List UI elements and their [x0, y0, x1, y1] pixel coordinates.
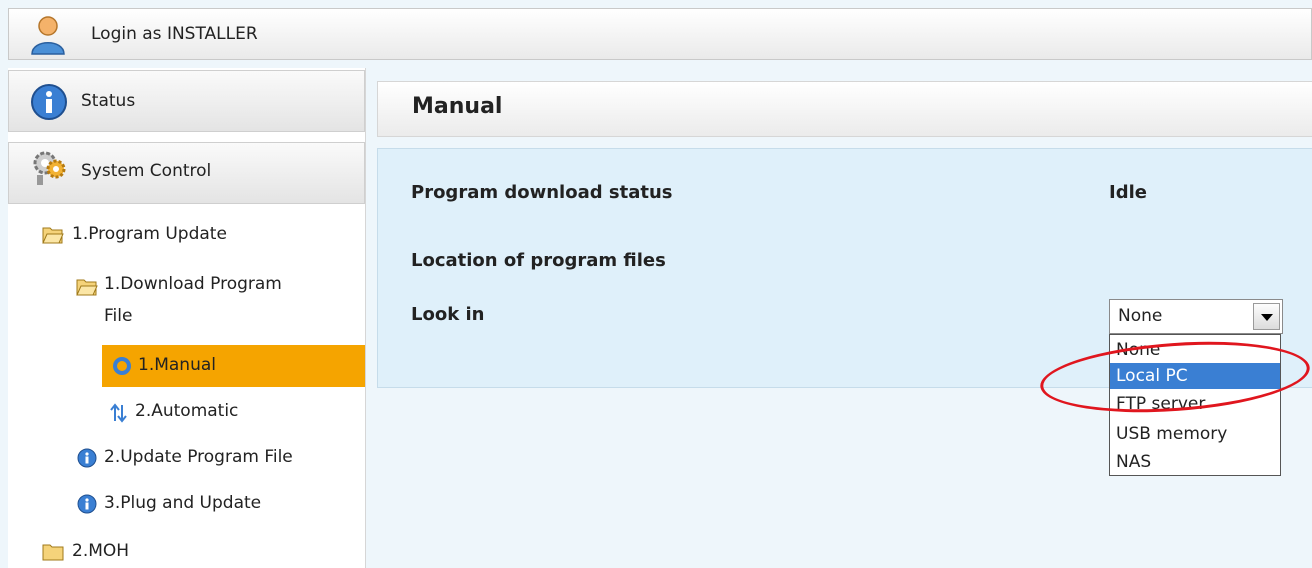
info-icon: [31, 84, 67, 120]
folder-open-icon: [42, 227, 64, 244]
page-title: Manual: [412, 94, 503, 119]
system-control-button[interactable]: System Control: [8, 142, 365, 204]
folder-icon: [42, 544, 64, 561]
option-nas[interactable]: NAS: [1110, 449, 1280, 475]
chevron-down-icon[interactable]: [1253, 303, 1280, 330]
tree-item-manual-selected[interactable]: 1.Manual: [102, 345, 365, 387]
info-icon: [77, 448, 97, 468]
tree-item-update-program-file[interactable]: 2.Update Program File: [104, 441, 293, 473]
look-in-select[interactable]: None: [1109, 299, 1283, 334]
tree-item-plug-and-update[interactable]: 3.Plug and Update: [104, 487, 261, 519]
sync-icon: [113, 357, 131, 375]
gear-icon: [33, 151, 66, 185]
program-download-status-value: Idle: [1109, 182, 1147, 203]
tree-item-manual-label: 1.Manual: [138, 355, 216, 375]
option-usb-memory[interactable]: USB memory: [1110, 421, 1280, 447]
status-label: Status: [81, 91, 136, 111]
look-in-selected-value: None: [1118, 306, 1163, 326]
info-icon: [77, 494, 97, 514]
sidebar: Status System Control 1.Program Update 1…: [8, 68, 366, 568]
user-icon: [31, 16, 65, 55]
content-header: Manual: [377, 81, 1312, 137]
tree-item-moh[interactable]: 2.MOH: [72, 535, 129, 567]
tree-item-program-update[interactable]: 1.Program Update: [72, 218, 227, 250]
tree-item-automatic[interactable]: 2.Automatic: [135, 395, 238, 427]
folder-open-icon: [76, 279, 98, 296]
tree-item-download-program-file-cont[interactable]: File: [104, 300, 132, 332]
top-bar: Login as INSTALLER: [8, 8, 1312, 60]
tree-item-download-program-file[interactable]: 1.Download Program: [104, 268, 282, 300]
system-control-label: System Control: [81, 161, 212, 181]
login-status: Login as INSTALLER: [91, 24, 258, 44]
location-label: Location of program files: [411, 250, 666, 271]
look-in-label: Look in: [411, 304, 485, 325]
transfer-arrows-icon: [110, 403, 127, 423]
program-download-status-label: Program download status: [411, 182, 673, 203]
status-button[interactable]: Status: [8, 70, 365, 132]
